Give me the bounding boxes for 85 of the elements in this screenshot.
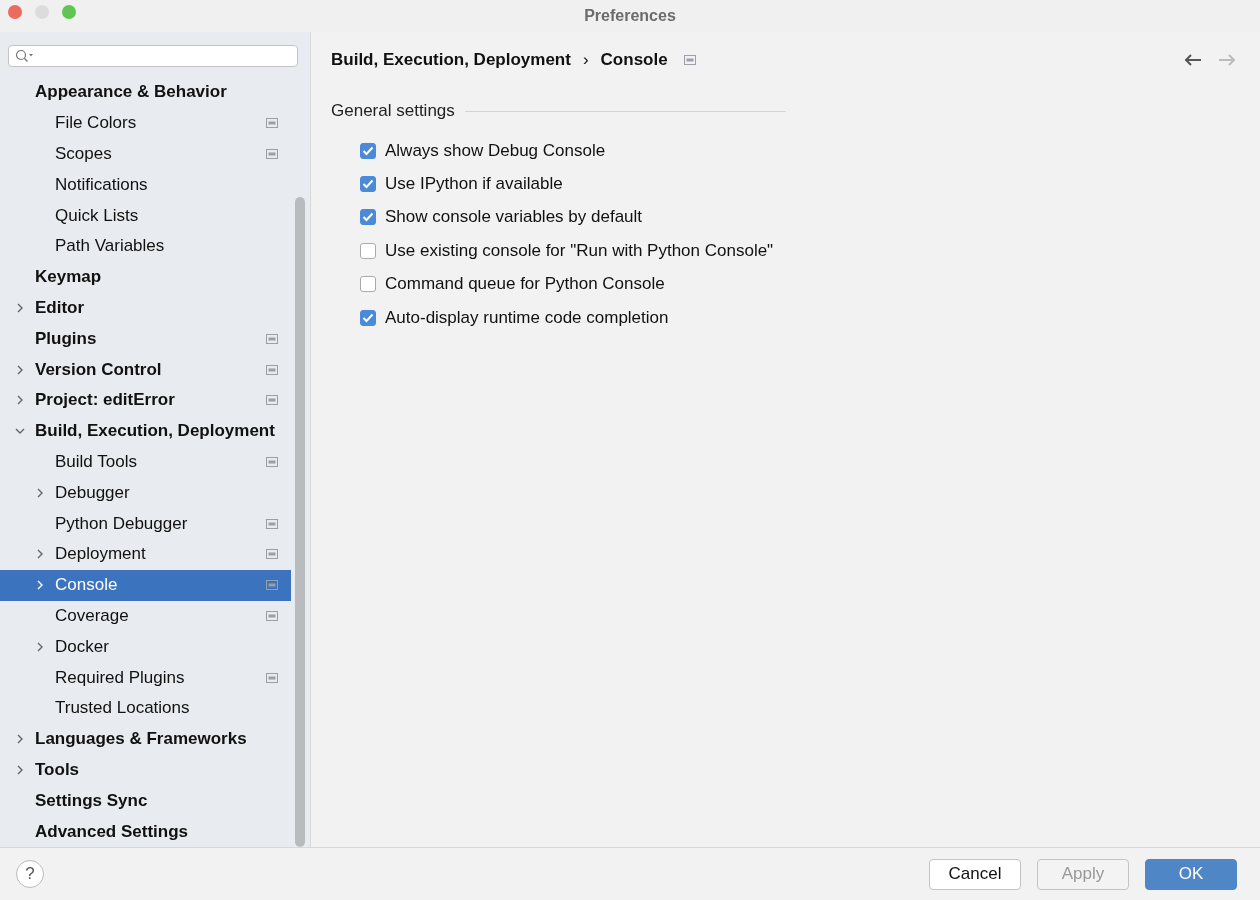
sidebar-item[interactable]: Advanced Settings: [0, 816, 291, 847]
sidebar-item[interactable]: File Colors: [0, 107, 291, 139]
ok-button[interactable]: OK: [1145, 858, 1237, 890]
chevron-right-icon[interactable]: [35, 641, 45, 652]
search-icon: [15, 49, 35, 64]
sidebar-item[interactable]: Console: [0, 569, 291, 601]
sidebar-item[interactable]: Required Plugins: [0, 662, 291, 693]
sidebar-item-label: Editor: [35, 298, 86, 319]
sidebar-item-label: Required Plugins: [55, 667, 186, 688]
checkbox-label: Show console variables by default: [385, 207, 643, 228]
sidebar-item-label: Python Debugger: [55, 513, 189, 534]
checkbox[interactable]: [360, 242, 376, 259]
checkbox[interactable]: [360, 309, 376, 326]
chevron-right-icon[interactable]: [15, 734, 25, 745]
sidebar-item-label: Settings Sync: [35, 790, 149, 811]
sidebar-item[interactable]: Coverage: [0, 600, 291, 632]
checkbox[interactable]: [360, 176, 376, 193]
sidebar-item[interactable]: Editor: [0, 292, 291, 324]
sidebar-item[interactable]: Keymap: [0, 261, 291, 293]
sidebar-item-label: Notifications: [55, 174, 149, 195]
chevron-right-icon[interactable]: [15, 765, 25, 775]
sidebar-item[interactable]: Python Debugger: [0, 508, 291, 540]
checkbox-label: Auto-display runtime code completion: [385, 307, 669, 328]
sidebar-item[interactable]: Plugins: [0, 323, 291, 355]
sidebar-item-label: Quick Lists: [55, 205, 140, 226]
sidebar-item[interactable]: Docker: [0, 631, 291, 663]
window-title: Preferences: [584, 7, 676, 25]
chevron-right-icon[interactable]: [15, 395, 25, 406]
checkbox[interactable]: [360, 276, 376, 293]
sidebar-item-label: Console: [55, 575, 119, 596]
dialog-button[interactable]: Cancel: [929, 858, 1021, 890]
sidebar-item[interactable]: Quick Lists: [0, 200, 291, 232]
sidebar-item-label: Tools: [35, 760, 81, 780]
sidebar-item-label: Advanced Settings: [35, 821, 190, 842]
scrollbar-thumb[interactable]: [295, 197, 305, 847]
sidebar-item[interactable]: Settings Sync: [0, 785, 291, 817]
sidebar-item[interactable]: Build, Execution, Deployment: [0, 415, 291, 447]
close-button[interactable]: [8, 5, 22, 19]
breadcrumb-separator: ›: [582, 50, 589, 70]
sidebar-item-label: Docker: [55, 636, 110, 657]
sidebar-item[interactable]: Build Tools: [0, 446, 291, 478]
sidebar-item[interactable]: Project: editError: [0, 385, 291, 416]
back-arrow-icon[interactable]: [1184, 54, 1202, 66]
sidebar-item-label: File Colors: [55, 113, 138, 134]
zoom-button[interactable]: [62, 5, 76, 19]
sidebar-item[interactable]: Notifications: [0, 169, 291, 201]
section-title: General settings: [331, 101, 455, 121]
checkbox[interactable]: [360, 209, 376, 226]
sidebar-item[interactable]: Deployment: [0, 539, 291, 570]
checkbox-label: Use IPython if available: [385, 174, 563, 195]
chevron-right-icon[interactable]: [35, 580, 45, 591]
sidebar-item-label: Build Tools: [55, 452, 138, 473]
sidebar-item[interactable]: Scopes: [0, 138, 291, 170]
sidebar-item-label: Path Variables: [55, 236, 166, 257]
checkbox[interactable]: [360, 142, 376, 159]
sidebar-item-label: Project: editError: [35, 390, 176, 411]
sidebar-item-label: Keymap: [35, 267, 103, 288]
checkbox-label: Use existing console for "Run with Python Console": [385, 240, 774, 261]
sidebar-item[interactable]: Appearance & Behavior: [0, 77, 291, 108]
sidebar-item-label: Build, Execution, Deployment: [35, 421, 276, 442]
sidebar-item-label: Coverage: [55, 606, 130, 626]
chevron-right-icon[interactable]: [15, 303, 25, 314]
sidebar-item[interactable]: Path Variables: [0, 231, 291, 262]
sidebar-item-label: Version Control: [35, 359, 163, 380]
sidebar-item[interactable]: Debugger: [0, 477, 291, 509]
breadcrumb-item[interactable]: Build, Execution, Deployment: [331, 50, 571, 70]
sidebar-item-label: Deployment: [55, 544, 147, 565]
sidebar-item-label: Scopes: [55, 144, 113, 165]
sidebar-item-label: Plugins: [35, 328, 98, 349]
help-button[interactable]: ?: [16, 860, 44, 888]
sidebar-item[interactable]: Languages & Frameworks: [0, 723, 291, 755]
sidebar-item[interactable]: Tools: [0, 754, 291, 786]
checkbox-label: Command queue for Python Console: [385, 274, 665, 295]
chevron-right-icon[interactable]: [15, 364, 25, 375]
sidebar-item-label: Trusted Locations: [55, 698, 191, 719]
sidebar-item[interactable]: Trusted Locations: [0, 693, 291, 724]
checkbox-label: Always show Debug Console: [385, 140, 606, 161]
sidebar-item[interactable]: Version Control: [0, 354, 291, 386]
chevron-right-icon[interactable]: [35, 549, 45, 560]
sidebar-item-label: Languages & Frameworks: [35, 729, 248, 750]
sidebar-item-label: Appearance & Behavior: [35, 82, 228, 103]
search-field[interactable]: [8, 45, 298, 68]
breadcrumb-item[interactable]: Console: [600, 50, 668, 70]
chevron-right-icon[interactable]: [35, 487, 45, 498]
sidebar-item-label: Debugger: [55, 482, 131, 503]
